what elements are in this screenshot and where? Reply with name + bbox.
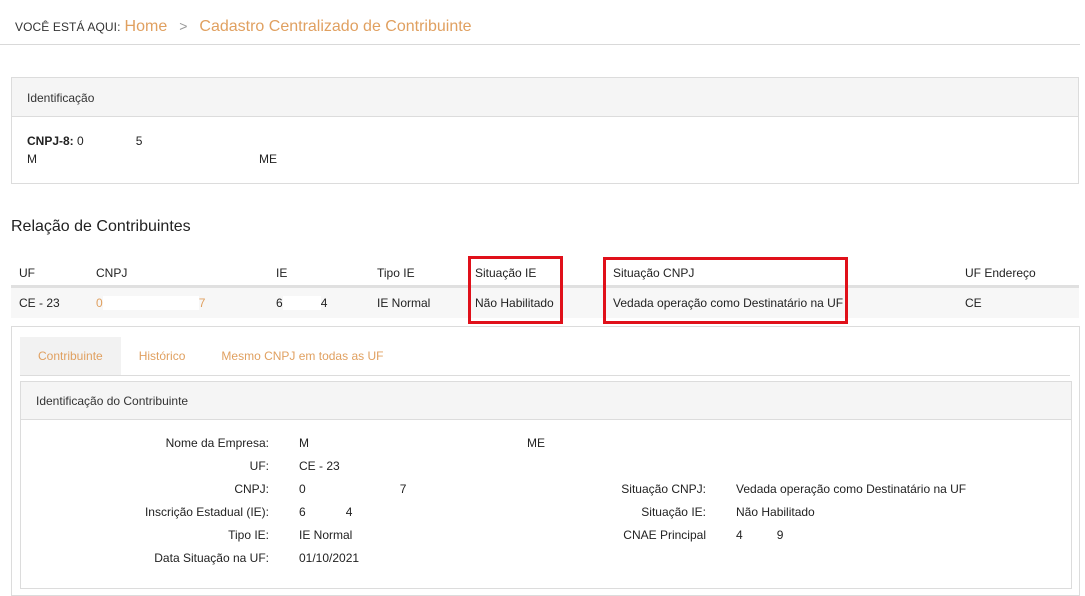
ident-name-end: ME — [259, 152, 277, 166]
value-ie-start: 6 — [299, 505, 306, 519]
value-nome-end: ME — [527, 436, 545, 450]
cell-cnpj-start[interactable]: 0 — [96, 296, 103, 310]
label-nome-empresa: Nome da Empresa: — [165, 436, 269, 450]
col-ie: IE — [268, 260, 369, 288]
redaction — [305, 482, 400, 497]
value-situacao-ie: Não Habilitado — [736, 505, 815, 519]
label-cnpj: CNPJ: — [234, 482, 269, 496]
redaction — [37, 152, 259, 167]
value-cnpj: 07 — [299, 482, 406, 497]
contribuintes-table: UF CNPJ IE Tipo IE Situação IE Situação … — [11, 260, 1079, 318]
value-cnae-start: 4 — [736, 528, 743, 542]
breadcrumb-separator: > — [179, 18, 188, 34]
redaction — [83, 134, 136, 149]
value-tipo-ie: IE Normal — [299, 528, 353, 542]
redaction — [102, 296, 199, 311]
value-cnae: 49 — [736, 528, 783, 543]
detail-container: Contribuinte Histórico Mesmo CNPJ em tod… — [11, 326, 1080, 596]
identificacao-contribuinte-title: Identificação do Contribuinte — [21, 382, 1071, 420]
breadcrumb: VOCÊ ESTÁ AQUI: Home > Cadastro Centrali… — [15, 18, 472, 40]
cell-uf-endereco: CE — [957, 286, 1079, 318]
ident-cnpj-label: CNPJ-8: — [27, 134, 74, 148]
value-cnpj-start: 0 — [299, 482, 306, 496]
ident-cnpj-value-end: 5 — [135, 134, 143, 148]
table-header-row: UF CNPJ IE Tipo IE Situação IE Situação … — [11, 260, 1079, 288]
identificacao-panel: Identificação CNPJ-8: 0 5 M ME — [11, 77, 1079, 184]
cell-ie: 64 — [268, 286, 369, 318]
col-uf: UF — [11, 260, 88, 288]
col-situacao-ie: Situação IE — [467, 260, 605, 288]
label-cnae: CNAE Principal — [623, 528, 706, 542]
breadcrumb-divider — [0, 44, 1080, 45]
col-uf-endereco: UF Endereço — [957, 260, 1079, 288]
tab-contribuinte[interactable]: Contribuinte — [20, 337, 121, 375]
ident-name-row: M ME — [27, 152, 277, 167]
label-data-situacao: Data Situação na UF: — [154, 551, 269, 565]
value-situacao-cnpj: Vedada operação como Destinatário na UF — [736, 482, 967, 496]
ident-cnpj-row: CNPJ-8: 0 5 — [27, 134, 142, 149]
cell-uf: CE - 23 — [11, 286, 88, 318]
breadcrumb-prefix: VOCÊ ESTÁ AQUI: — [15, 20, 121, 34]
cell-ie-end: 4 — [320, 295, 328, 310]
value-uf: CE - 23 — [299, 459, 340, 473]
cell-cnpj-end[interactable]: 7 — [199, 296, 206, 310]
cell-cnpj[interactable]: 07 — [88, 286, 268, 318]
ident-cnpj-value-start: 0 — [77, 134, 84, 148]
ident-name-start: M — [27, 152, 37, 166]
value-ie: 64 — [299, 505, 352, 520]
value-ie-end: 4 — [345, 505, 353, 519]
label-ie: Inscrição Estadual (IE): — [144, 505, 269, 519]
tab-mesmo-cnpj[interactable]: Mesmo CNPJ em todas as UF — [203, 337, 401, 375]
cell-situacao-ie: Não Habilitado — [467, 286, 605, 318]
tab-historico[interactable]: Histórico — [121, 337, 204, 375]
label-uf: UF: — [249, 459, 269, 473]
cell-tipo-ie: IE Normal — [369, 286, 467, 318]
label-tipo-ie: Tipo IE: — [228, 528, 269, 542]
col-cnpj: CNPJ — [88, 260, 268, 288]
identificacao-panel-title: Identificação — [12, 78, 1078, 117]
value-nome-empresa: M ME — [299, 436, 545, 451]
redaction — [309, 436, 527, 451]
table-row[interactable]: CE - 23 07 64 IE Normal Não Habilitado V… — [11, 286, 1079, 318]
value-data-situacao: 01/10/2021 — [299, 551, 360, 565]
col-tipo-ie: Tipo IE — [369, 260, 467, 288]
identificacao-contribuinte-panel: Identificação do Contribuinte Nome da Em… — [20, 381, 1072, 589]
cell-situacao-cnpj: Vedada operação como Destinatário na UF — [605, 286, 957, 318]
breadcrumb-current[interactable]: Cadastro Centralizado de Contribuinte — [199, 18, 471, 36]
col-situacao-cnpj: Situação CNPJ — [605, 260, 957, 288]
value-cnpj-end: 7 — [399, 482, 407, 496]
breadcrumb-home-link[interactable]: Home — [125, 18, 168, 36]
value-nome-start: M — [299, 436, 309, 450]
cell-ie-start: 6 — [276, 295, 283, 310]
redaction — [305, 505, 346, 520]
tab-bar: Contribuinte Histórico Mesmo CNPJ em tod… — [20, 337, 1070, 376]
label-situacao-ie: Situação IE: — [641, 505, 706, 519]
redaction — [282, 296, 321, 311]
relacao-title: Relação de Contribuintes — [11, 218, 191, 235]
value-cnae-end: 9 — [776, 528, 784, 542]
label-situacao-cnpj: Situação CNPJ: — [621, 482, 706, 496]
redaction — [742, 528, 777, 543]
